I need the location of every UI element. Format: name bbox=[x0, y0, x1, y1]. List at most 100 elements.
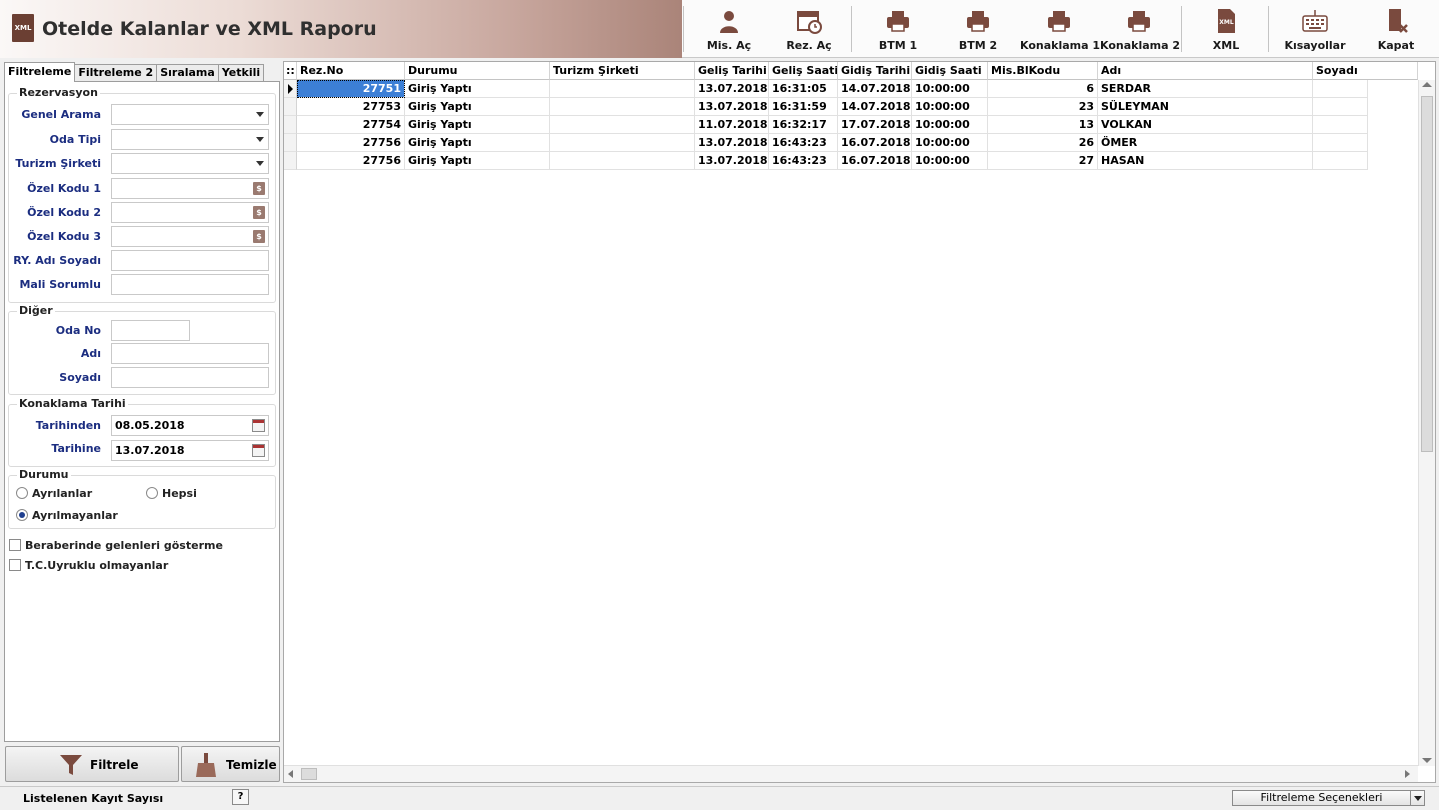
scroll-down-icon[interactable] bbox=[1422, 758, 1432, 763]
col-header-gidis-saati[interactable]: Gidiş Saati bbox=[912, 62, 988, 80]
table-row[interactable]: 27756 Giriş Yaptı 13.07.2018 16:43:23 16.07.… bbox=[284, 134, 1418, 152]
cell-gidis-tarihi[interactable]: 16.07.2018 bbox=[838, 134, 912, 152]
kisayollar-button[interactable]: Kısayollar bbox=[1280, 4, 1350, 54]
soyadi-input[interactable] bbox=[111, 367, 269, 388]
cell-durumu[interactable]: Giriş Yaptı bbox=[405, 116, 550, 134]
btm2-button[interactable]: BTM 2 bbox=[943, 4, 1013, 54]
cell-turizm-sirketi[interactable] bbox=[550, 152, 695, 170]
mali-sorumlu-input[interactable] bbox=[111, 274, 269, 295]
col-header-turizm-sirketi[interactable]: Turizm Şirketi bbox=[550, 62, 695, 80]
col-header-rez-no[interactable]: Rez.No bbox=[297, 62, 405, 80]
horizontal-scrollbar[interactable] bbox=[284, 765, 1418, 782]
cell-turizm-sirketi[interactable] bbox=[550, 116, 695, 134]
cell-gidis-tarihi[interactable]: 14.07.2018 bbox=[838, 98, 912, 116]
tarihinden-date-input[interactable]: 08.05.2018 bbox=[111, 415, 269, 436]
ozel-kodu-2-field[interactable]: $ bbox=[111, 202, 269, 223]
lookup-icon[interactable]: $ bbox=[253, 230, 265, 243]
col-header-gidis-tarihi[interactable]: Gidiş Tarihi bbox=[838, 62, 912, 80]
cell-mis-blkodu[interactable]: 26 bbox=[988, 134, 1098, 152]
lookup-icon[interactable]: $ bbox=[253, 182, 265, 195]
scroll-right-icon[interactable] bbox=[1405, 770, 1410, 778]
scroll-up-icon[interactable] bbox=[1422, 82, 1432, 87]
cell-gidis-saati[interactable]: 10:00:00 bbox=[912, 116, 988, 134]
rez-ac-button[interactable]: Rez. Aç bbox=[774, 4, 844, 54]
cell-gelis-saati[interactable]: 16:31:59 bbox=[769, 98, 838, 116]
ozel-kodu-3-field[interactable]: $ bbox=[111, 226, 269, 247]
cell-adi[interactable]: HASAN bbox=[1098, 152, 1313, 170]
cell-gidis-tarihi[interactable]: 16.07.2018 bbox=[838, 152, 912, 170]
table-row[interactable]: 27751 Giriş Yaptı 13.07.2018 16:31:05 14.07.… bbox=[284, 80, 1418, 98]
cell-durumu[interactable]: Giriş Yaptı bbox=[405, 80, 550, 98]
ozel-kodu-1-field[interactable]: $ bbox=[111, 178, 269, 199]
calendar-icon[interactable] bbox=[252, 444, 265, 457]
ry-adi-soyadi-input[interactable] bbox=[111, 250, 269, 271]
cell-gidis-tarihi[interactable]: 17.07.2018 bbox=[838, 116, 912, 134]
table-row[interactable]: 27756 Giriş Yaptı 13.07.2018 16:43:23 16.07.… bbox=[284, 152, 1418, 170]
vertical-scrollbar[interactable] bbox=[1418, 80, 1435, 766]
oda-no-input[interactable] bbox=[111, 320, 190, 341]
tab-filtreleme[interactable]: Filtreleme bbox=[4, 62, 76, 82]
cell-soyadi[interactable] bbox=[1313, 98, 1368, 116]
table-row[interactable]: 27754 Giriş Yaptı 11.07.2018 16:32:17 17.07.… bbox=[284, 116, 1418, 134]
xml-button[interactable]: XML XML bbox=[1194, 4, 1258, 54]
cell-durumu[interactable]: Giriş Yaptı bbox=[405, 98, 550, 116]
lookup-icon[interactable]: $ bbox=[253, 206, 265, 219]
cell-rez-no[interactable]: 27753 bbox=[297, 98, 405, 116]
cell-gelis-tarihi[interactable]: 13.07.2018 bbox=[695, 98, 769, 116]
cell-gelis-saati[interactable]: 16:43:23 bbox=[769, 152, 838, 170]
cell-mis-blkodu[interactable]: 13 bbox=[988, 116, 1098, 134]
col-header-durumu[interactable]: Durumu bbox=[405, 62, 550, 80]
row-indicator[interactable] bbox=[284, 134, 297, 152]
tab-siralama[interactable]: Sıralama bbox=[156, 64, 219, 82]
row-indicator-current[interactable] bbox=[284, 80, 297, 98]
cell-gelis-tarihi[interactable]: 11.07.2018 bbox=[695, 116, 769, 134]
tarihine-date-input[interactable]: 13.07.2018 bbox=[111, 440, 269, 461]
cell-soyadi[interactable] bbox=[1313, 134, 1368, 152]
col-header-gelis-tarihi[interactable]: Geliş Tarihi bbox=[695, 62, 769, 80]
cell-gelis-saati[interactable]: 16:31:05 bbox=[769, 80, 838, 98]
cell-soyadi[interactable] bbox=[1313, 116, 1368, 134]
chevron-down-icon[interactable] bbox=[1410, 791, 1424, 805]
cell-gelis-tarihi[interactable]: 13.07.2018 bbox=[695, 152, 769, 170]
cell-gidis-saati[interactable]: 10:00:00 bbox=[912, 80, 988, 98]
hepsi-radio[interactable]: Hepsi bbox=[146, 487, 197, 500]
col-header-soyadi[interactable]: Soyadı bbox=[1313, 62, 1418, 80]
table-row[interactable]: 27753 Giriş Yaptı 13.07.2018 16:31:59 14.07.… bbox=[284, 98, 1418, 116]
cell-mis-blkodu[interactable]: 23 bbox=[988, 98, 1098, 116]
ayrilanlar-radio[interactable]: Ayrılanlar bbox=[16, 487, 92, 500]
cell-gidis-tarihi[interactable]: 14.07.2018 bbox=[838, 80, 912, 98]
cell-soyadi[interactable] bbox=[1313, 80, 1368, 98]
row-indicator[interactable] bbox=[284, 98, 297, 116]
calendar-icon[interactable] bbox=[252, 419, 265, 432]
cell-gidis-saati[interactable]: 10:00:00 bbox=[912, 134, 988, 152]
oda-tipi-select[interactable] bbox=[111, 129, 269, 150]
beraberinde-checkbox[interactable]: Beraberinde gelenleri gösterme bbox=[9, 539, 223, 552]
row-indicator[interactable] bbox=[284, 116, 297, 134]
ayrilmayanlar-radio[interactable]: Ayrılmayanlar bbox=[16, 509, 118, 522]
mis-ac-button[interactable]: Mis. Aç bbox=[694, 4, 764, 54]
btm1-button[interactable]: BTM 1 bbox=[863, 4, 933, 54]
konaklama2-button[interactable]: Konaklama 2 bbox=[1100, 4, 1180, 54]
cell-gelis-saati[interactable]: 16:43:23 bbox=[769, 134, 838, 152]
konaklama1-button[interactable]: Konaklama 1 bbox=[1020, 4, 1100, 54]
cell-adi[interactable]: SERDAR bbox=[1098, 80, 1313, 98]
horizontal-scroll-thumb[interactable] bbox=[301, 768, 317, 780]
genel-arama-select[interactable] bbox=[111, 104, 269, 125]
tab-filtreleme-2[interactable]: Filtreleme 2 bbox=[74, 64, 158, 82]
col-header-gelis-saati[interactable]: Geliş Saati bbox=[769, 62, 838, 80]
cell-durumu[interactable]: Giriş Yaptı bbox=[405, 152, 550, 170]
kapat-button[interactable]: Kapat bbox=[1366, 4, 1426, 54]
adi-input[interactable] bbox=[111, 343, 269, 364]
col-header-mis-blkodu[interactable]: Mis.BlKodu bbox=[988, 62, 1098, 80]
cell-rez-no[interactable]: 27756 bbox=[297, 134, 405, 152]
cell-adi[interactable]: VOLKAN bbox=[1098, 116, 1313, 134]
cell-gidis-saati[interactable]: 10:00:00 bbox=[912, 98, 988, 116]
turizm-sirketi-select[interactable] bbox=[111, 153, 269, 174]
cell-durumu[interactable]: Giriş Yaptı bbox=[405, 134, 550, 152]
filtrele-button[interactable]: Filtrele bbox=[5, 746, 179, 782]
cell-adi[interactable]: ÖMER bbox=[1098, 134, 1313, 152]
filtre-secenekleri-dropdown[interactable]: Filtreleme Seçenekleri bbox=[1232, 790, 1425, 806]
cell-turizm-sirketi[interactable] bbox=[550, 98, 695, 116]
cell-rez-no[interactable]: 27754 bbox=[297, 116, 405, 134]
cell-gelis-saati[interactable]: 16:32:17 bbox=[769, 116, 838, 134]
